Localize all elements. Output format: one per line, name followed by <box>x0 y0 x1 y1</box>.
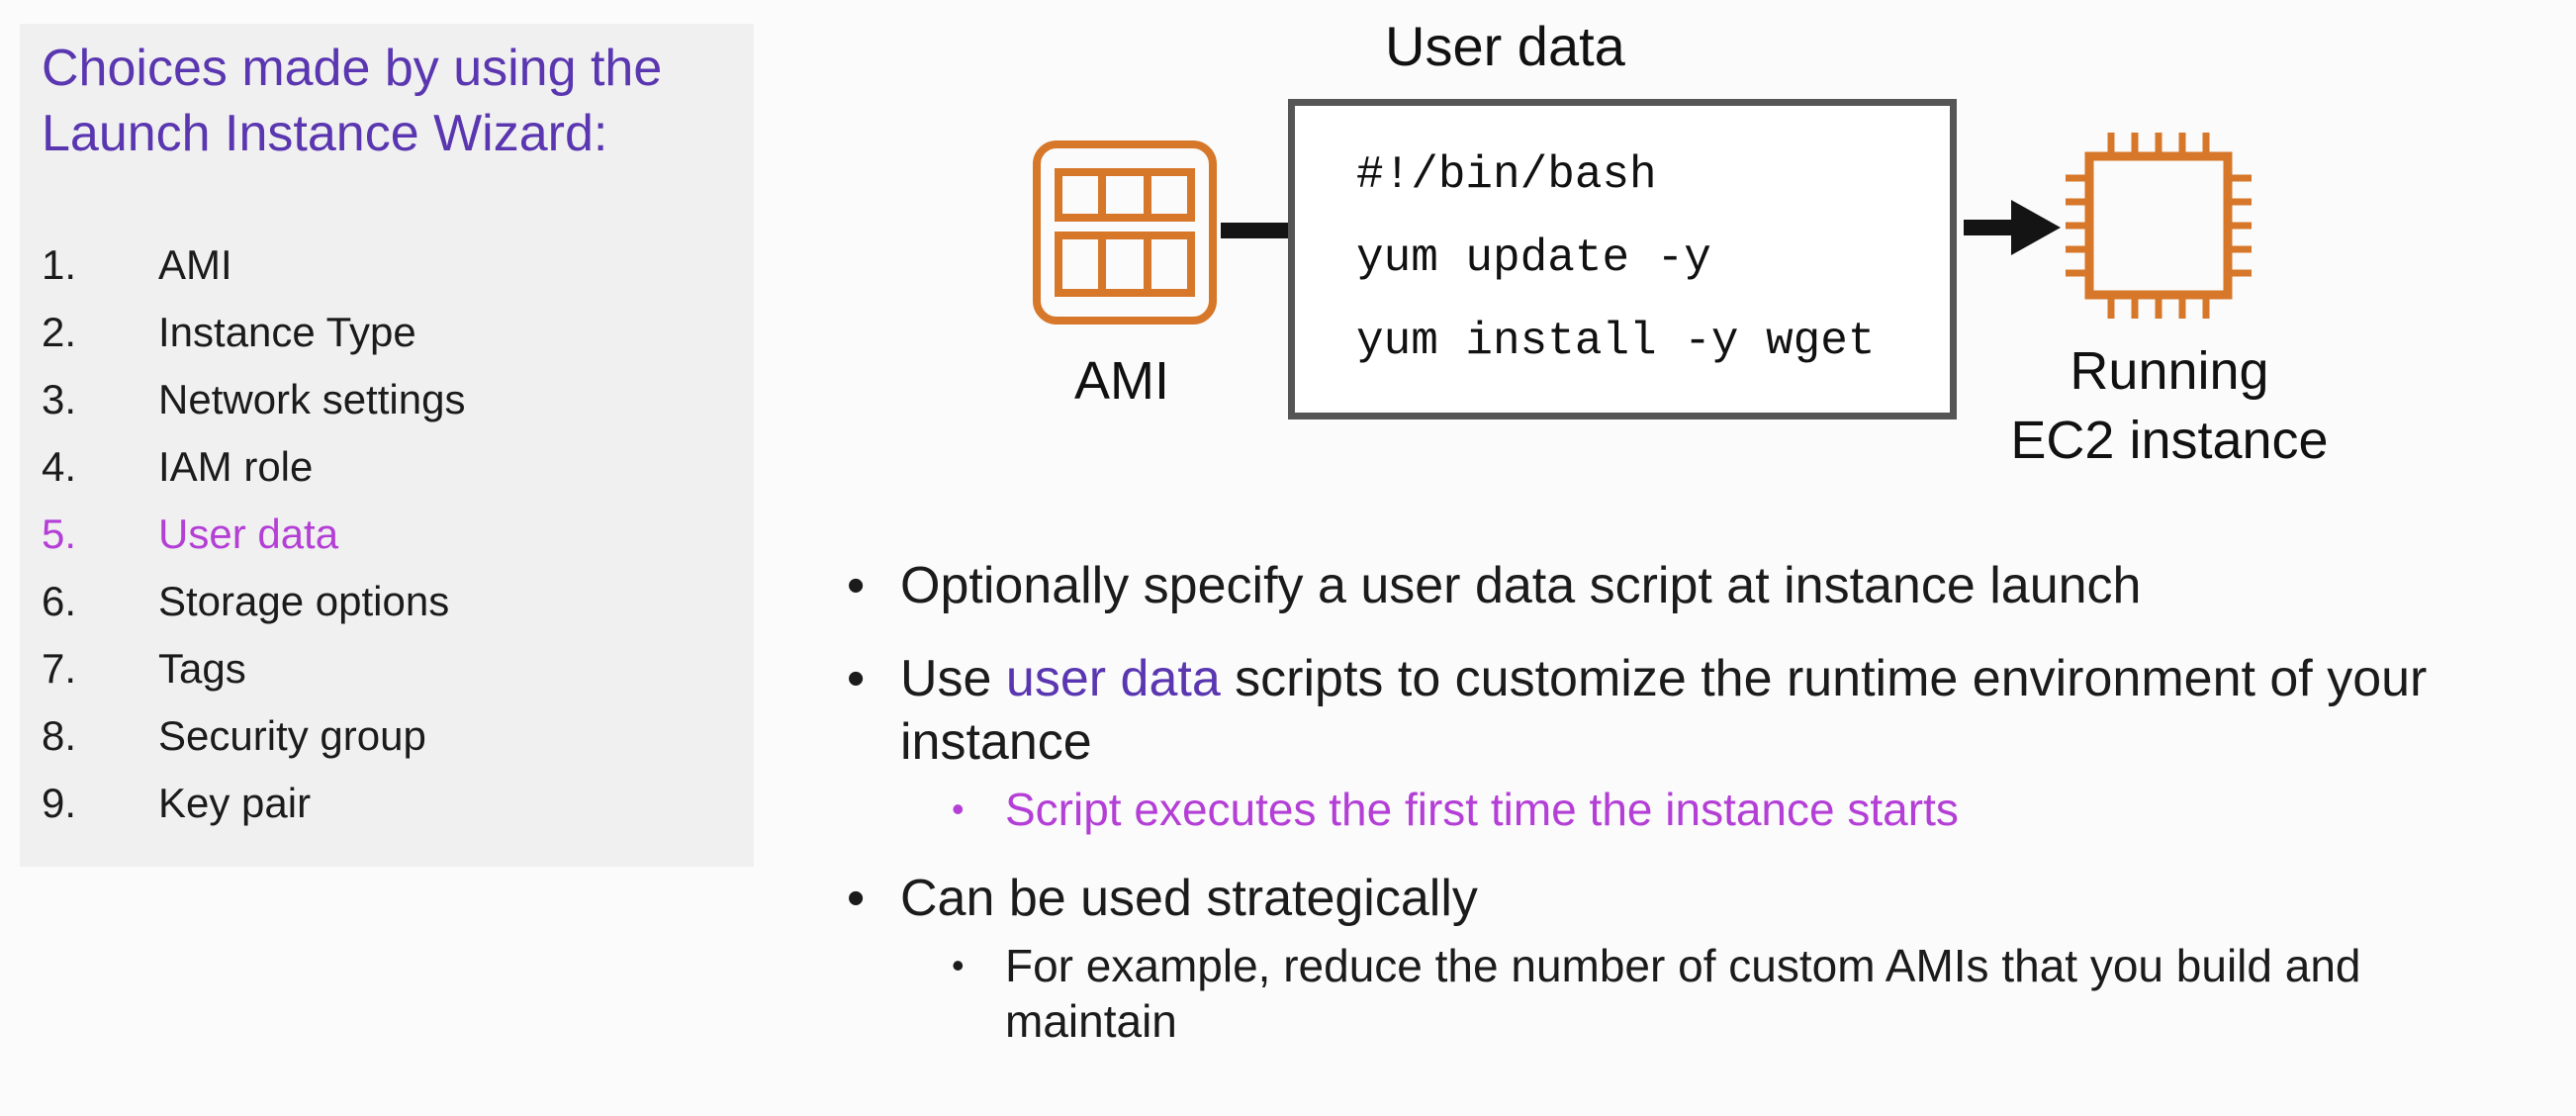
step-label: Instance Type <box>158 309 416 355</box>
step-label: Storage options <box>158 578 450 624</box>
user-data-code-box: #!/bin/bash yum update -y yum install -y… <box>1288 99 1957 419</box>
bullet-dot: • <box>847 870 866 927</box>
code-line: yum update -y <box>1356 232 1711 284</box>
step-network-settings: 3. Network settings <box>42 366 465 433</box>
step-label: IAM role <box>158 443 314 490</box>
code-line: yum install -y wget <box>1356 316 1876 367</box>
code-line: #!/bin/bash <box>1356 149 1657 201</box>
step-number: 1. <box>42 241 77 288</box>
step-label: AMI <box>158 241 232 288</box>
step-number: 5. <box>42 511 77 557</box>
sub-bullet-text: For example, reduce the number of custom… <box>1005 940 2361 1047</box>
step-tags: 7. Tags <box>42 635 465 702</box>
bullet-dot: • <box>847 650 866 707</box>
ec2-instance-label: Running EC2 instance <box>1969 336 2370 475</box>
ec2-label-line: EC2 instance <box>2010 411 2329 470</box>
ami-label: AMI <box>1074 351 1170 411</box>
ami-icon <box>1033 140 1217 325</box>
step-label: Network settings <box>158 376 466 422</box>
highlight-term: user data <box>1005 650 1221 707</box>
sub-bullet-item: • Script executes the first time the ins… <box>843 782 2544 837</box>
step-number: 6. <box>42 578 77 624</box>
arrow-right-icon <box>1964 200 2061 255</box>
bullet-item: • Optionally specify a user data script … <box>843 554 2544 617</box>
bullet-dot: • <box>847 557 866 614</box>
step-instance-type: 2. Instance Type <box>42 299 465 366</box>
step-label: Tags <box>158 645 246 692</box>
step-number: 4. <box>42 443 77 490</box>
step-number: 7. <box>42 645 77 692</box>
ec2-chip-icon <box>2066 133 2252 319</box>
connector-line <box>1221 223 1292 238</box>
step-security-group: 8. Security group <box>42 702 465 770</box>
step-number: 2. <box>42 309 77 355</box>
wizard-steps-list: 1. AMI 2. Instance Type 3. Network setti… <box>42 232 465 837</box>
step-number: 9. <box>42 780 77 826</box>
step-number: 8. <box>42 712 77 759</box>
step-label: Security group <box>158 712 426 759</box>
step-label: User data <box>158 511 339 557</box>
bullet-text: Can be used strategically <box>900 870 1478 927</box>
step-label: Key pair <box>158 780 312 826</box>
bullet-dot: • <box>952 945 965 985</box>
sub-bullet-text: Script executes the first time the insta… <box>1005 784 1959 835</box>
ec2-label-line: Running <box>2070 341 2269 401</box>
step-iam-role: 4. IAM role <box>42 433 465 501</box>
step-ami: 1. AMI <box>42 232 465 299</box>
bullet-dot: • <box>952 789 965 829</box>
step-key-pair: 9. Key pair <box>42 770 465 837</box>
step-user-data: 5. User data <box>42 501 465 568</box>
bullet-item: • Can be used strategically <box>843 867 2544 930</box>
bullet-item: • Use user data scripts to customize the… <box>843 647 2544 774</box>
wizard-choices-panel: Choices made by using the Launch Instanc… <box>20 24 754 867</box>
sub-bullet-item: • For example, reduce the number of cust… <box>843 938 2544 1049</box>
bullet-list: • Optionally specify a user data script … <box>843 554 2544 1049</box>
bullet-text: Use <box>900 650 1006 707</box>
panel-title: Choices made by using the Launch Instanc… <box>42 40 663 162</box>
step-storage-options: 6. Storage options <box>42 568 465 635</box>
diagram-title: User data <box>1385 15 1625 77</box>
step-number: 3. <box>42 376 77 422</box>
bullet-text: Optionally specify a user data script at… <box>900 557 2142 614</box>
